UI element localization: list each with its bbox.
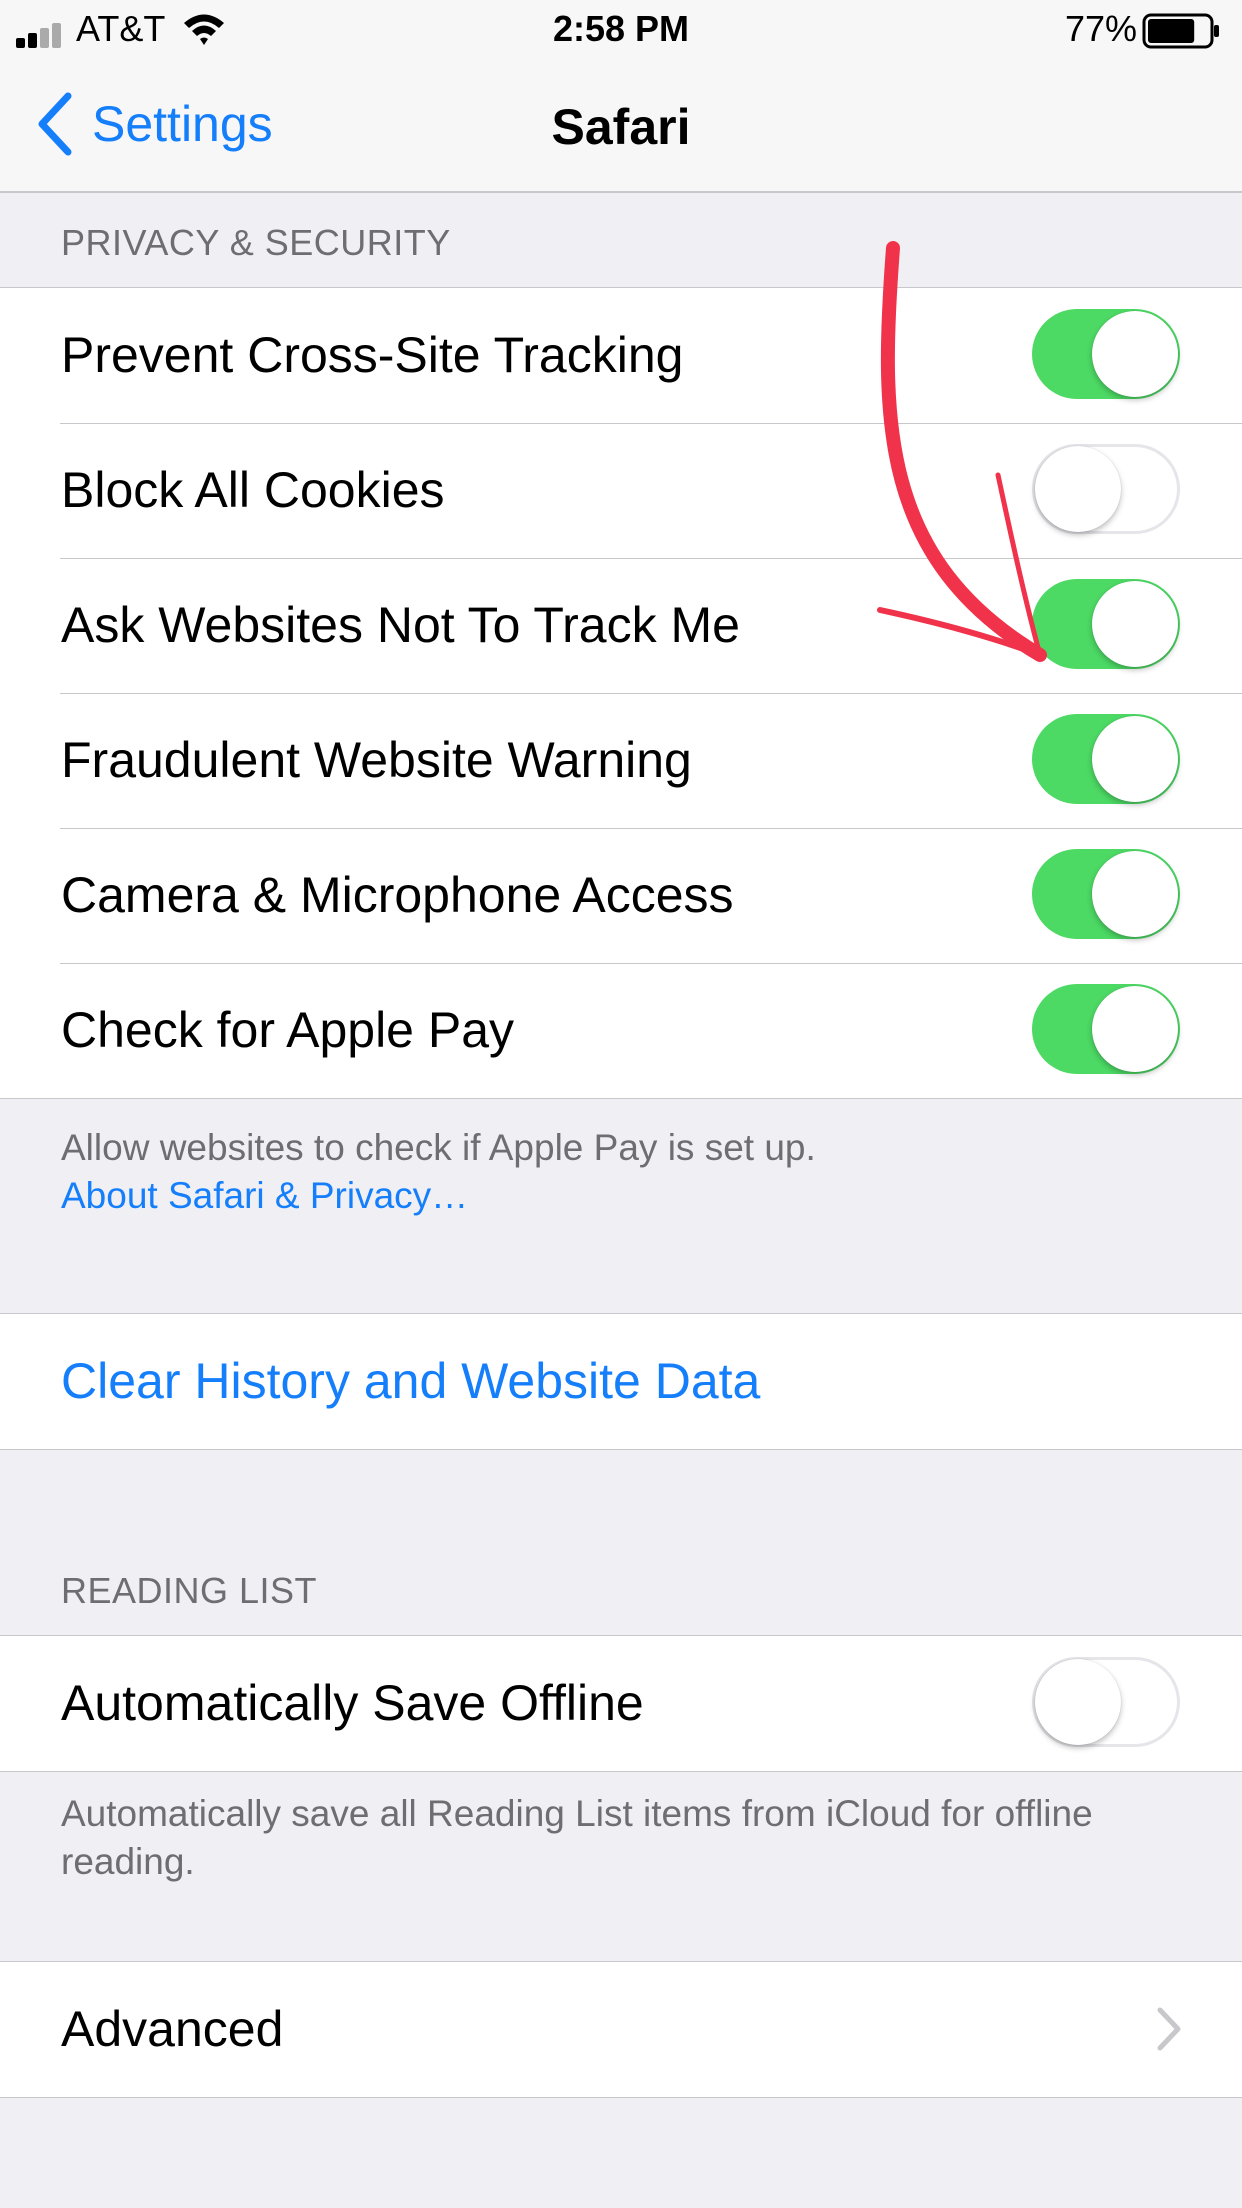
privacy-section-header: PRIVACY & SECURITY [61, 222, 451, 263]
navigation-bar: Settings Safari [0, 60, 1242, 193]
reading-list-section-header: READING LIST [61, 1570, 318, 1611]
battery-fill [1148, 19, 1195, 43]
block-all-cookies-row: Block All Cookies [0, 423, 1242, 558]
chevron-right-icon [1157, 2007, 1181, 2051]
prevent-cross-site-tracking-toggle[interactable] [1032, 309, 1180, 399]
row-label: Block All Cookies [61, 462, 445, 518]
row-label: Camera & Microphone Access [61, 867, 734, 923]
toggle-knob [1092, 851, 1178, 937]
row-label: Automatically Save Offline [61, 1675, 644, 1731]
advanced-group: Advanced [0, 1961, 1242, 2098]
clock: 2:58 PM [552, 8, 690, 49]
toggle-knob [1092, 716, 1178, 802]
check-for-apple-pay-row: Check for Apple Pay [0, 963, 1242, 1098]
clear-history-group: Clear History and Website Data [0, 1313, 1242, 1450]
ask-websites-not-to-track-toggle[interactable] [1032, 579, 1180, 669]
row-label: Prevent Cross-Site Tracking [61, 327, 684, 383]
camera-microphone-access-toggle[interactable] [1032, 849, 1180, 939]
privacy-settings-group: Prevent Cross-Site Tracking Block All Co… [0, 287, 1242, 1099]
fraudulent-website-warning-row: Fraudulent Website Warning [0, 693, 1242, 828]
battery-percentage: 77% [1064, 8, 1137, 49]
reading-list-footer-text: Automatically save all Reading List item… [61, 1793, 1093, 1882]
about-safari-privacy-link[interactable]: About Safari & Privacy… [61, 1172, 1181, 1220]
clear-history-button[interactable]: Clear History and Website Data [61, 1314, 760, 1449]
row-label: Fraudulent Website Warning [61, 732, 692, 788]
row-label: Ask Websites Not To Track Me [61, 597, 740, 653]
prevent-cross-site-tracking-row: Prevent Cross-Site Tracking [0, 288, 1242, 423]
status-bar: AT&T 2:58 PM 77% [0, 0, 1242, 60]
fraudulent-website-warning-toggle[interactable] [1032, 714, 1180, 804]
battery-icon [1142, 13, 1219, 49]
toggle-knob [1035, 446, 1121, 532]
advanced-row[interactable]: Advanced [0, 1962, 1242, 2097]
camera-microphone-access-row: Camera & Microphone Access [0, 828, 1242, 963]
reading-list-footer: Automatically save all Reading List item… [61, 1790, 1181, 1886]
auto-save-offline-row: Automatically Save Offline [0, 1636, 1242, 1771]
toggle-knob [1092, 986, 1178, 1072]
check-for-apple-pay-toggle[interactable] [1032, 984, 1180, 1074]
apple-pay-footer-text: Allow websites to check if Apple Pay is … [61, 1127, 816, 1168]
reading-list-group: Automatically Save Offline [0, 1635, 1242, 1772]
toggle-knob [1035, 1659, 1121, 1745]
ask-websites-not-to-track-row: Ask Websites Not To Track Me [0, 558, 1242, 693]
page-title: Safari [551, 99, 691, 155]
clear-history-row[interactable]: Clear History and Website Data [0, 1314, 1242, 1449]
toggle-knob [1092, 311, 1178, 397]
toggle-knob [1092, 581, 1178, 667]
advanced-label: Advanced [61, 2001, 284, 2057]
privacy-footer: Allow websites to check if Apple Pay is … [61, 1124, 1181, 1220]
block-all-cookies-toggle[interactable] [1032, 444, 1180, 534]
auto-save-offline-toggle[interactable] [1032, 1657, 1180, 1747]
row-label: Check for Apple Pay [61, 1002, 515, 1058]
